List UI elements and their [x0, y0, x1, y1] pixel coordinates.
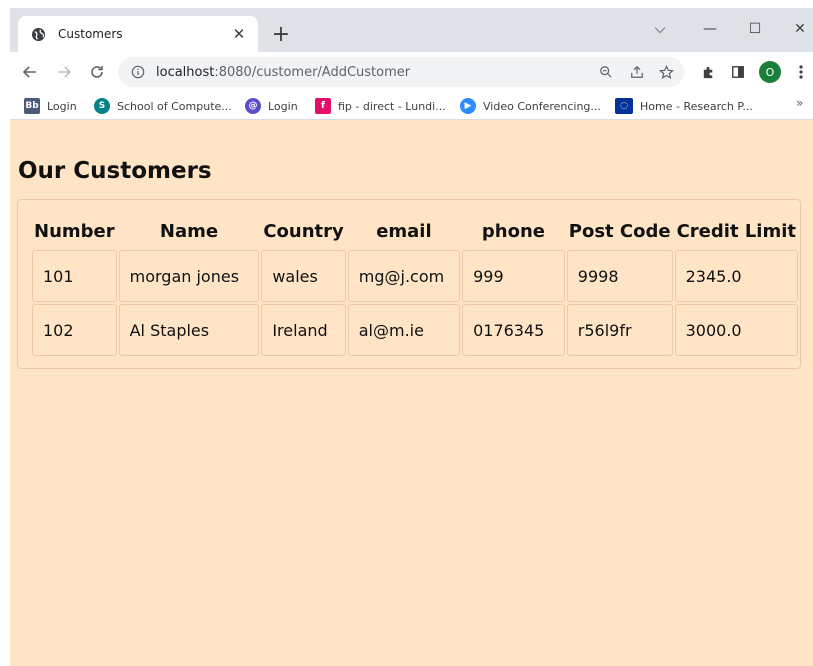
reload-icon	[91, 66, 103, 78]
back-arrow-icon	[22, 66, 36, 78]
bookmark-school-of-computing[interactable]: S School of Compute...	[94, 97, 232, 115]
cell-post-code: 9998	[566, 250, 673, 302]
puzzle-icon	[703, 66, 712, 78]
forward-arrow-icon	[58, 66, 72, 78]
close-window-button[interactable]: ✕	[778, 14, 813, 44]
bookmark-label: Video Conferencing...	[483, 99, 601, 113]
address-bar[interactable]: localhost:8080/customer/AddCustomer	[118, 57, 684, 87]
cell-phone: 999	[462, 250, 565, 302]
tab-strip: Customers ✕ + ⌵ — ☐ ✕	[10, 8, 813, 52]
cell-credit-limit: 2345.0	[674, 250, 798, 302]
cell-number: 102	[32, 304, 117, 356]
maximize-button[interactable]: ☐	[733, 14, 777, 44]
table-header-row: Number Name Country email phone Post Cod…	[32, 214, 798, 248]
cell-email: mg@j.com	[347, 250, 461, 302]
cell-name: morgan jones	[118, 250, 260, 302]
bookmarks-bar: Bb Login S School of Compute... @ Login …	[10, 92, 813, 120]
moodle-icon: @	[245, 98, 261, 114]
eu-flag-icon: ◌	[615, 98, 633, 114]
column-header-country: Country	[263, 220, 344, 242]
url-host: localhost	[156, 64, 215, 80]
bookmark-login-1[interactable]: Bb Login	[24, 97, 77, 115]
browser-window: Customers ✕ + ⌵ — ☐ ✕ localhost:8080/cus…	[10, 8, 813, 666]
sharepoint-icon: S	[94, 98, 110, 114]
side-panel-icon	[732, 66, 744, 78]
cell-country: Ireland	[261, 304, 346, 356]
cell-number: 101	[32, 250, 117, 302]
tab-customers[interactable]: Customers ✕	[18, 16, 258, 52]
browser-toolbar: localhost:8080/customer/AddCustomer O	[10, 52, 813, 92]
tab-title: Customers	[58, 27, 123, 41]
bookmark-fip-direct[interactable]: f fip - direct - Lundi...	[315, 97, 446, 115]
blackboard-icon: Bb	[24, 98, 40, 114]
bookmark-label: Home - Research P...	[640, 99, 753, 113]
cell-name: Al Staples	[118, 304, 260, 356]
page-content: Our Customers Number Name Country email …	[10, 120, 813, 666]
bookmark-star-icon[interactable]	[654, 60, 678, 84]
back-button[interactable]	[18, 60, 42, 84]
bookmark-label: fip - direct - Lundi...	[338, 99, 446, 113]
bookmark-label: Login	[47, 99, 77, 113]
bookmark-label: School of Compute...	[117, 99, 232, 113]
bookmark-video-conferencing[interactable]: ▶ Video Conferencing...	[460, 97, 601, 115]
profile-avatar[interactable]: O	[759, 61, 781, 83]
url-text: localhost:8080/customer/AddCustomer	[156, 65, 410, 80]
side-panel-button[interactable]	[726, 60, 750, 84]
column-header-phone: phone	[481, 220, 545, 242]
customers-table: Number Name Country email phone Post Cod…	[30, 212, 800, 358]
bookmark-home-research[interactable]: ◌ Home - Research P...	[615, 97, 753, 115]
cell-email: al@m.ie	[347, 304, 461, 356]
column-header-email: email	[376, 220, 432, 242]
column-header-credit-limit: Credit Limit	[676, 220, 796, 242]
kebab-menu-icon	[799, 65, 803, 79]
url-path: :8080/customer/AddCustomer	[214, 64, 411, 80]
column-header-post-code: Post Code	[568, 220, 671, 242]
customers-table-container: Number Name Country email phone Post Cod…	[17, 199, 801, 369]
cell-country: wales	[261, 250, 346, 302]
cell-phone: 0176345	[462, 304, 565, 356]
table-row: 101 morgan jones wales mg@j.com 999 9998…	[32, 250, 798, 302]
zoom-icon[interactable]	[594, 60, 618, 84]
bookmark-login-2[interactable]: @ Login	[245, 97, 298, 115]
tab-close-icon[interactable]: ✕	[230, 25, 248, 43]
bookmarks-more-button[interactable]: »	[796, 96, 803, 110]
column-header-number: Number	[34, 220, 115, 242]
fip-icon: f	[315, 98, 331, 114]
zoom-camera-icon: ▶	[460, 98, 476, 114]
menu-button[interactable]	[789, 60, 813, 84]
share-icon[interactable]	[625, 60, 649, 84]
cell-post-code: r56l9fr	[566, 304, 673, 356]
tab-search-icon[interactable]: ⌵	[638, 14, 682, 44]
globe-icon	[30, 26, 46, 42]
column-header-name: Name	[159, 220, 219, 242]
minimize-button[interactable]: —	[688, 14, 732, 44]
forward-button[interactable]	[52, 60, 76, 84]
new-tab-button[interactable]: +	[269, 22, 293, 47]
table-row: 102 Al Staples Ireland al@m.ie 0176345 r…	[32, 304, 798, 356]
info-icon[interactable]	[130, 64, 146, 80]
extensions-button[interactable]	[696, 60, 720, 84]
cell-credit-limit: 3000.0	[674, 304, 798, 356]
reload-button[interactable]	[85, 60, 109, 84]
bookmark-label: Login	[268, 99, 298, 113]
page-title: Our Customers	[18, 158, 212, 184]
